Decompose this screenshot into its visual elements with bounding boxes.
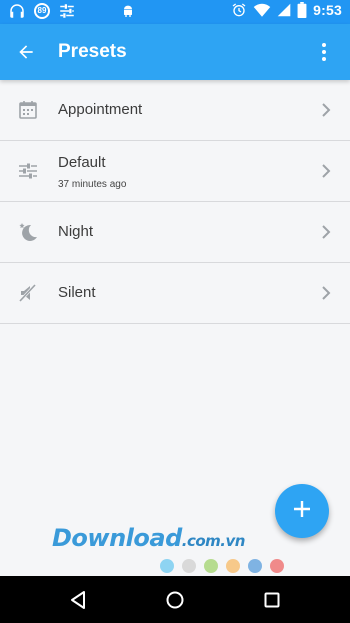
preset-label: Default: [58, 154, 106, 171]
moon-icon: [16, 220, 40, 244]
system-nav-bar: [0, 576, 350, 623]
preset-subtitle: 37 minutes ago: [58, 179, 127, 190]
more-vertical-icon[interactable]: [310, 38, 338, 66]
plus-icon: [292, 499, 312, 524]
preset-item-default[interactable]: Default 37 minutes ago: [0, 141, 350, 202]
watermark-suffix: .com.vn: [181, 532, 246, 550]
add-preset-button[interactable]: [275, 484, 329, 538]
watermark-dot: [226, 559, 240, 573]
home-circle-icon[interactable]: [163, 588, 187, 612]
preset-list: Appointment Default 37 minutes ago Night…: [0, 80, 350, 324]
watermark-logo: Download.com.vn: [52, 524, 245, 552]
headphones-icon: [8, 2, 26, 20]
notification-badge: 89: [34, 3, 50, 19]
preset-label: Appointment: [58, 101, 143, 118]
watermark-dot: [270, 559, 284, 573]
calendar-icon: [16, 98, 40, 122]
arrow-back-icon[interactable]: [12, 38, 40, 66]
app-bar: Presets: [0, 24, 350, 80]
recents-square-icon[interactable]: [260, 588, 284, 612]
alarm-icon: [231, 2, 247, 18]
preset-label: Night: [58, 223, 94, 240]
watermark-dot: [160, 559, 174, 573]
android-icon: [120, 2, 136, 20]
watermark-dot: [204, 559, 218, 573]
chevron-right-icon: [320, 284, 332, 302]
watermark-dots: [160, 559, 284, 573]
chevron-right-icon: [320, 162, 332, 180]
wifi-icon: [253, 2, 271, 18]
page-title: Presets: [58, 41, 127, 62]
muted-speaker-icon: [16, 281, 40, 305]
signal-icon: [277, 2, 291, 18]
preset-label: Silent: [58, 284, 96, 301]
chevron-right-icon: [320, 223, 332, 241]
clock: 9:53: [313, 2, 342, 18]
preset-item-silent[interactable]: Silent: [0, 263, 350, 324]
sliders-icon: [16, 159, 40, 183]
watermark-dot: [248, 559, 262, 573]
battery-icon: [297, 2, 307, 18]
preset-item-night[interactable]: Night: [0, 202, 350, 263]
watermark-brand: Download: [52, 524, 182, 552]
back-triangle-icon[interactable]: [66, 588, 90, 612]
status-bar: 89 9:53: [0, 0, 350, 24]
watermark-dot: [182, 559, 196, 573]
chevron-right-icon: [320, 101, 332, 119]
sliders-icon: [58, 2, 76, 20]
preset-item-appointment[interactable]: Appointment: [0, 80, 350, 141]
